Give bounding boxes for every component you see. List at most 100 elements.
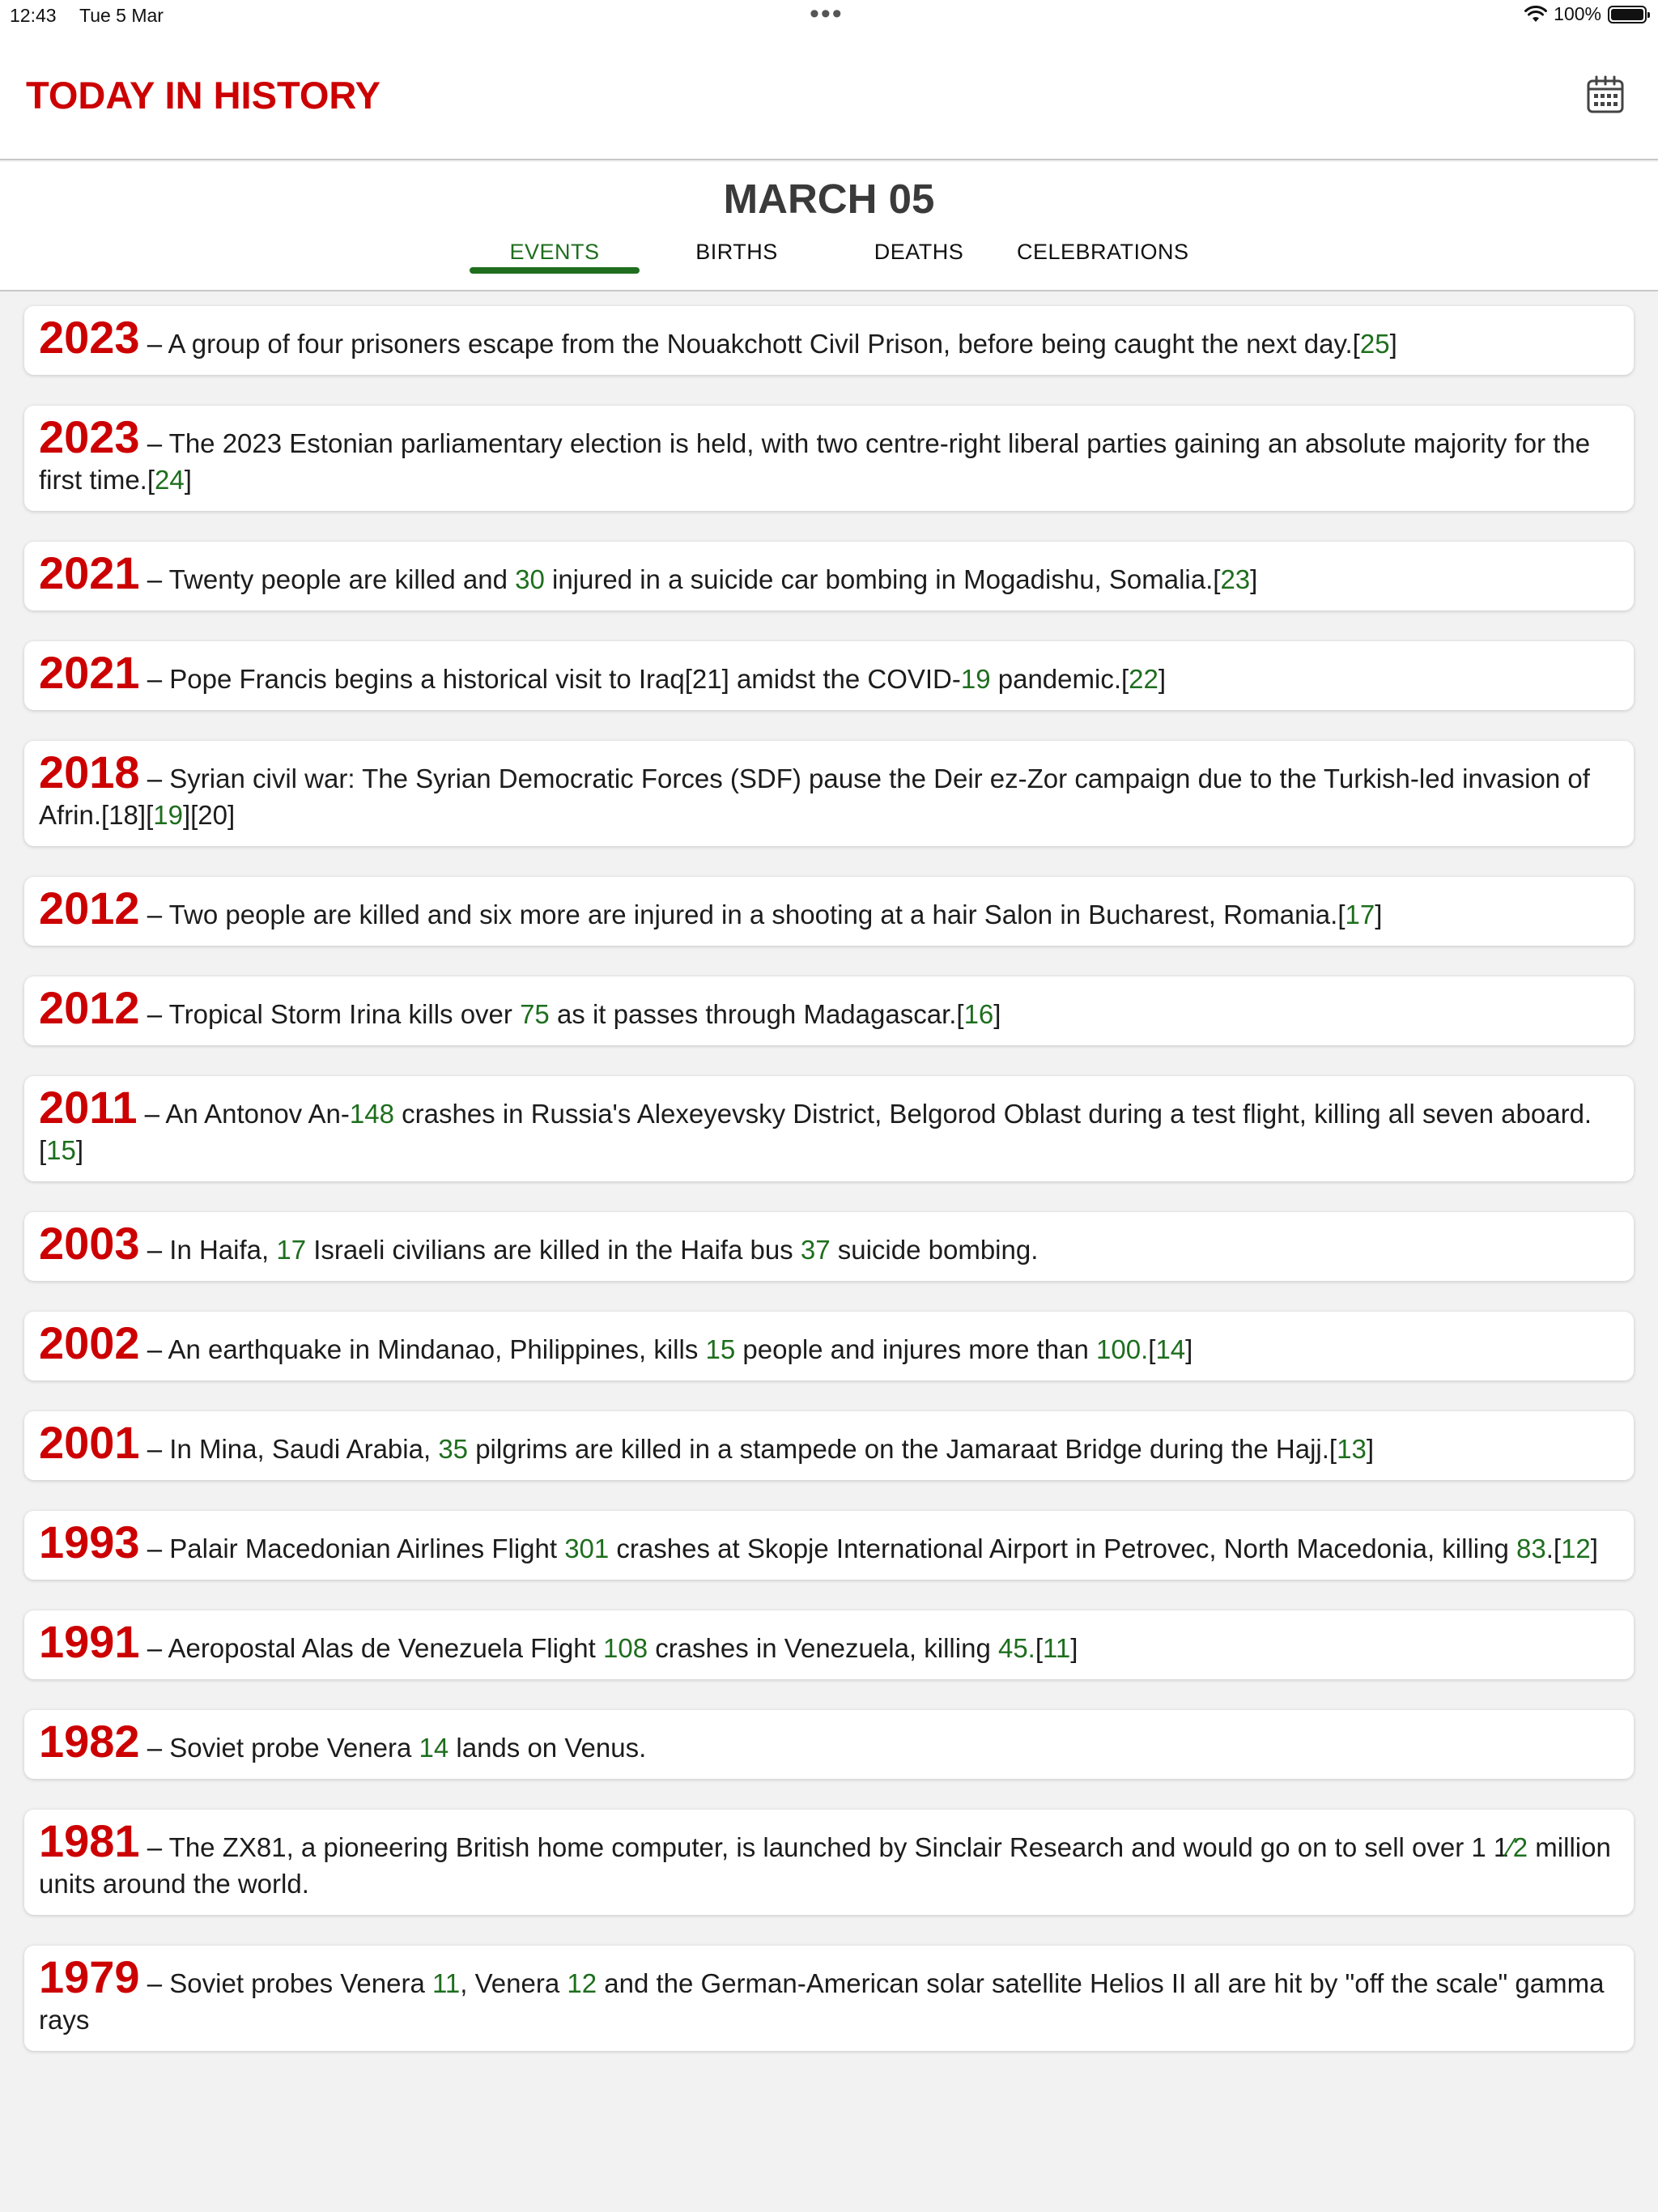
- event-text: Syrian civil war: The Syrian Democratic …: [39, 764, 1590, 830]
- status-date: Tue 5 Mar: [79, 5, 164, 26]
- event-year: 1979: [39, 1951, 140, 2002]
- event-card[interactable]: 2012 – Two people are killed and six mor…: [24, 877, 1634, 946]
- battery-fill: [1611, 8, 1643, 20]
- event-card[interactable]: 1979 – Soviet probes Venera 11, Venera 1…: [24, 1946, 1634, 2051]
- event-number-link[interactable]: 15: [46, 1135, 76, 1165]
- event-text: people and injures more than: [735, 1334, 1097, 1364]
- event-number-link[interactable]: 35: [438, 1434, 468, 1464]
- event-number-link[interactable]: ⁄2: [1508, 1832, 1528, 1862]
- calendar-icon[interactable]: [1585, 74, 1626, 115]
- tab-deaths[interactable]: DEATHS: [834, 240, 1004, 265]
- event-number-link[interactable]: 301: [564, 1534, 609, 1563]
- event-number-link[interactable]: 13: [1337, 1434, 1367, 1464]
- event-number-link[interactable]: 16: [964, 999, 994, 1029]
- event-number-link[interactable]: 22: [1129, 664, 1158, 694]
- wifi-icon: [1524, 5, 1548, 22]
- event-dash: –: [139, 1832, 169, 1862]
- event-number-link[interactable]: 30: [515, 564, 545, 594]
- event-dash: –: [139, 999, 169, 1029]
- tab-births[interactable]: BIRTHS: [652, 240, 822, 265]
- event-dash: –: [139, 428, 169, 458]
- event-text: Two people are killed and six more are i…: [168, 900, 1346, 929]
- event-card[interactable]: 2023 – The 2023 Estonian parliamentary e…: [24, 406, 1634, 511]
- event-number-link[interactable]: 45.: [998, 1633, 1035, 1663]
- event-text: Soviet probe Venera: [169, 1733, 419, 1763]
- event-card[interactable]: 2012 – Tropical Storm Irina kills over 7…: [24, 976, 1634, 1045]
- event-number-link[interactable]: 148: [350, 1099, 394, 1129]
- event-text: ]: [184, 465, 192, 495]
- event-number-link[interactable]: 19: [153, 800, 183, 830]
- tab-bar: EVENTS BIRTHS DEATHS CELEBRATIONS: [0, 240, 1658, 288]
- event-card[interactable]: 2023 – A group of four prisoners escape …: [24, 306, 1634, 375]
- event-text: Soviet probes Venera: [169, 1968, 432, 1998]
- event-card[interactable]: 1981 – The ZX81, a pioneering British ho…: [24, 1810, 1634, 1915]
- event-year: 2023: [39, 312, 140, 363]
- event-dash: –: [139, 1534, 170, 1563]
- event-text: , Venera: [460, 1968, 568, 1998]
- event-card[interactable]: 2011 – An Antonov An-148 crashes in Russ…: [24, 1076, 1634, 1181]
- tab-celebrations[interactable]: CELEBRATIONS: [1017, 240, 1188, 265]
- event-text: injured in a suicide car bombing in Moga…: [544, 564, 1221, 594]
- event-number-link[interactable]: 19: [961, 664, 991, 694]
- event-number-link[interactable]: 24: [155, 465, 185, 495]
- event-number-link[interactable]: 83: [1516, 1534, 1546, 1563]
- event-year: 2021: [39, 547, 140, 598]
- event-card[interactable]: 2002 – An earthquake in Mindanao, Philip…: [24, 1312, 1634, 1380]
- event-dash: –: [139, 764, 170, 793]
- event-number-link[interactable]: 100.: [1096, 1334, 1148, 1364]
- event-number-link[interactable]: 17: [1346, 900, 1375, 929]
- event-card[interactable]: 1991 – Aeropostal Alas de Venezuela Flig…: [24, 1610, 1634, 1679]
- event-year: 1993: [39, 1516, 140, 1568]
- event-number-link[interactable]: 25: [1360, 329, 1390, 359]
- tab-events[interactable]: EVENTS: [470, 240, 640, 265]
- event-number-link[interactable]: 37: [801, 1235, 831, 1265]
- event-text: An Antonov An-: [165, 1099, 350, 1129]
- event-text: ]: [1366, 1434, 1374, 1464]
- battery-percent: 100%: [1554, 3, 1601, 24]
- event-text: ]: [75, 1135, 84, 1165]
- event-text: The 2023 Estonian parliamentary election…: [39, 428, 1591, 495]
- event-number-link[interactable]: 14: [1155, 1334, 1185, 1364]
- event-text: Tropical Storm Irina kills over: [168, 999, 521, 1029]
- event-text: ]: [1590, 1534, 1598, 1563]
- event-number-link[interactable]: 17: [276, 1235, 306, 1265]
- multitasking-dots-icon[interactable]: •••: [810, 0, 844, 28]
- event-number-link[interactable]: 14: [419, 1733, 449, 1763]
- event-year: 2023: [39, 411, 140, 462]
- event-text: A group of four prisoners escape from th…: [168, 329, 1360, 359]
- event-text: suicide bombing.: [830, 1235, 1039, 1265]
- event-year: 1991: [39, 1616, 140, 1667]
- event-year: 2001: [39, 1417, 140, 1468]
- event-year: 2012: [39, 883, 140, 934]
- event-card[interactable]: 2003 – In Haifa, 17 Israeli civilians ar…: [24, 1212, 1634, 1281]
- event-text: In Haifa,: [169, 1235, 277, 1265]
- event-text: as it passes through Madagascar.[: [549, 999, 964, 1029]
- event-number-link[interactable]: 75: [520, 999, 550, 1029]
- event-year: 2018: [39, 747, 140, 798]
- app-title: TODAY IN HISTORY: [26, 74, 380, 117]
- event-number-link[interactable]: 108: [603, 1633, 648, 1663]
- event-dash: –: [139, 1235, 170, 1265]
- event-number-link[interactable]: 11: [432, 1968, 460, 1998]
- event-number-link[interactable]: 15: [706, 1334, 736, 1364]
- event-text: ][20]: [182, 800, 236, 830]
- event-card[interactable]: 2021 – Twenty people are killed and 30 i…: [24, 542, 1634, 610]
- event-number-link[interactable]: 23: [1220, 564, 1250, 594]
- event-text: crashes in Venezuela, killing: [648, 1633, 998, 1663]
- event-card[interactable]: 2001 – In Mina, Saudi Arabia, 35 pilgrim…: [24, 1411, 1634, 1480]
- event-year: 2003: [39, 1218, 140, 1269]
- app-header: TODAY IN HISTORY: [0, 32, 1658, 160]
- event-number-link[interactable]: 12: [1561, 1534, 1591, 1563]
- event-text: [: [1035, 1633, 1044, 1663]
- event-dash: –: [139, 664, 170, 694]
- event-number-link[interactable]: 11: [1043, 1633, 1070, 1663]
- event-text: ]: [1185, 1334, 1193, 1364]
- event-card[interactable]: 2018 – Syrian civil war: The Syrian Demo…: [24, 741, 1634, 846]
- event-card[interactable]: 2021 – Pope Francis begins a historical …: [24, 641, 1634, 710]
- event-text: ]: [993, 999, 1001, 1029]
- event-list[interactable]: 2023 – A group of four prisoners escape …: [24, 306, 1634, 2082]
- event-dash: –: [137, 1099, 166, 1129]
- event-card[interactable]: 1982 – Soviet probe Venera 14 lands on V…: [24, 1710, 1634, 1779]
- event-number-link[interactable]: 12: [567, 1968, 597, 1998]
- event-card[interactable]: 1993 – Palair Macedonian Airlines Flight…: [24, 1511, 1634, 1580]
